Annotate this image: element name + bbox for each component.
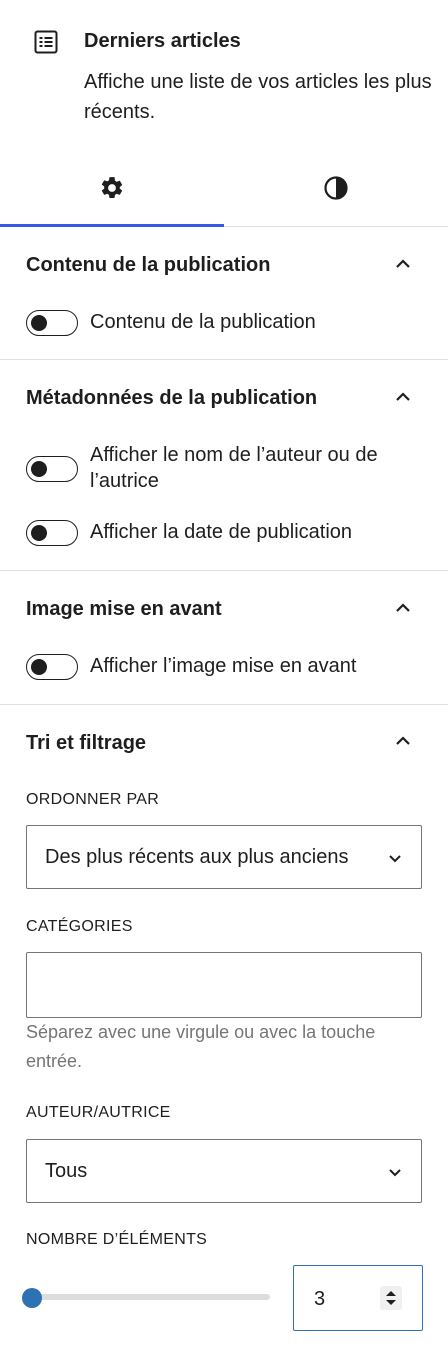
author-select[interactable]: Tous xyxy=(26,1139,422,1203)
toggle-show-date[interactable] xyxy=(26,520,78,546)
chevron-down-icon xyxy=(389,855,401,863)
toggle-featured-image[interactable] xyxy=(26,654,78,680)
list-icon xyxy=(34,30,58,54)
tab-styles[interactable] xyxy=(224,150,448,226)
block-description: Affiche une liste de vos articles les pl… xyxy=(84,71,432,123)
toggle-show-author[interactable] xyxy=(26,456,78,482)
chevron-down-icon xyxy=(389,1169,401,1177)
item-count-input[interactable]: 3 xyxy=(293,1265,423,1331)
item-count-value: 3 xyxy=(314,1288,326,1310)
tab-settings[interactable] xyxy=(0,150,224,227)
toggle-knob xyxy=(31,314,47,331)
panel-title-sorting: Tri et filtrage xyxy=(26,732,147,754)
toggle-knob xyxy=(31,658,47,675)
order-by-value: Des plus récents aux plus anciens xyxy=(45,846,349,868)
item-count-label: NOMBRE D’ÉLÉMENTS xyxy=(26,1231,208,1248)
panel-title: Contenu de la publication xyxy=(26,254,271,276)
chevron-up-icon[interactable] xyxy=(392,386,414,408)
toggle-label: Afficher l’image mise en avant xyxy=(90,655,357,677)
panel-title: Image mise en avant xyxy=(26,598,222,620)
item-count-slider-track[interactable] xyxy=(26,1294,270,1300)
categories-label: CATÉGORIES xyxy=(26,918,133,935)
toggle-label: Afficher la date de publication xyxy=(90,521,353,543)
spinner-arrows-icon xyxy=(386,1291,396,1305)
block-card: Derniers articles Affiche une liste de v… xyxy=(0,0,448,150)
inspector-tabs xyxy=(0,150,448,227)
toggle-post-content[interactable] xyxy=(26,310,78,336)
chevron-up-icon[interactable] xyxy=(392,253,414,275)
toggle-label: Contenu de la publication xyxy=(90,311,316,333)
item-count-slider-thumb[interactable] xyxy=(22,1288,42,1308)
contrast-icon xyxy=(324,176,348,200)
number-spinner[interactable] xyxy=(380,1286,402,1310)
block-title: Derniers articles xyxy=(84,30,241,52)
gear-icon xyxy=(101,177,123,198)
chevron-up-icon[interactable] xyxy=(392,730,414,752)
author-value: Tous xyxy=(45,1160,88,1182)
panel-post-meta: Métadonnées de la publication Afficher l… xyxy=(0,360,448,571)
order-by-select[interactable]: Des plus récents aux plus anciens xyxy=(26,825,422,889)
author-label: AUTEUR/AUTRICE xyxy=(26,1104,171,1121)
toggle-knob xyxy=(31,460,47,477)
categories-help: Séparez avec une virgule ou avec la touc… xyxy=(26,1022,376,1071)
chevron-up-icon[interactable] xyxy=(392,597,414,619)
panel-post-content: Contenu de la publication Contenu de la … xyxy=(0,227,448,360)
order-by-label: ORDONNER PAR xyxy=(26,791,160,808)
toggle-label: Afficher le nom de l’auteur ou de l’autr… xyxy=(90,444,378,492)
toggle-knob xyxy=(31,524,47,541)
panel-featured-image: Image mise en avant Afficher l’image mis… xyxy=(0,571,448,705)
panel-title: Métadonnées de la publication xyxy=(26,387,318,409)
categories-input[interactable] xyxy=(26,952,422,1018)
